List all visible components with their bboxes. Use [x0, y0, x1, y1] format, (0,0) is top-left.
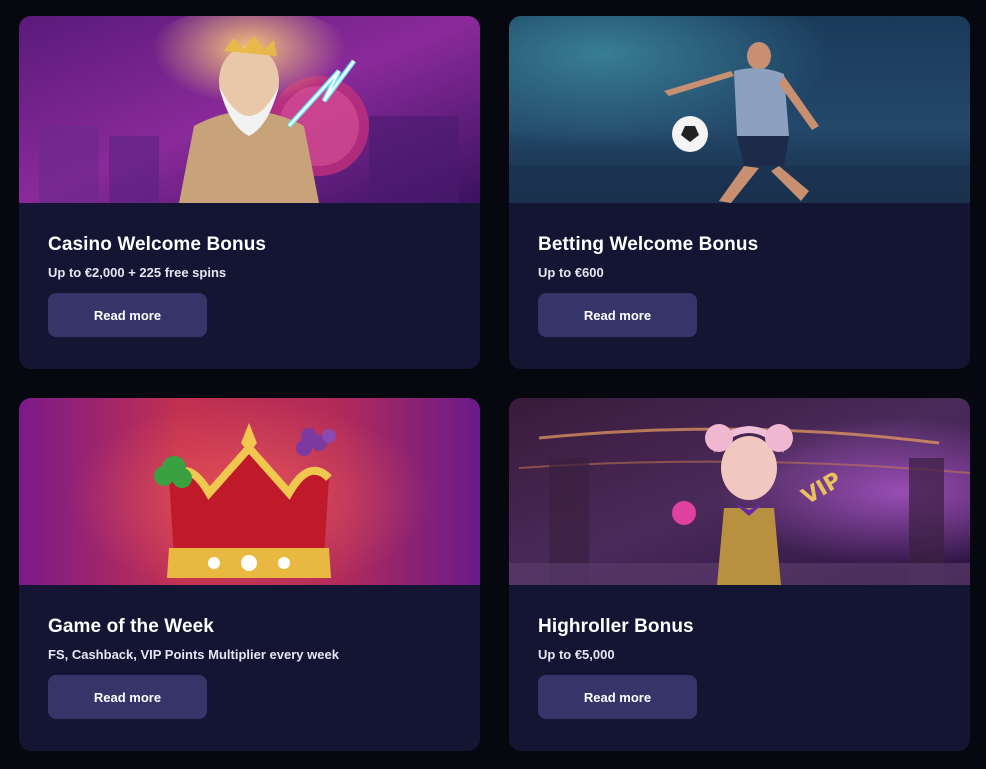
- promo-card-casino-welcome: Casino Welcome Bonus Up to €2,000 + 225 …: [19, 16, 480, 369]
- football-banner-illustration: [509, 16, 970, 203]
- promo-subtitle: Up to €2,000 + 225 free spins: [48, 265, 227, 280]
- crown-banner-illustration: [19, 398, 480, 585]
- promo-title: Game of the Week: [48, 616, 214, 637]
- zeus-banner-illustration: [19, 16, 480, 203]
- promo-card-game-of-the-week: Game of the Week FS, Cashback, VIP Point…: [19, 398, 480, 751]
- vip-banner-illustration: VIP: [509, 398, 970, 585]
- read-more-button[interactable]: Read more: [48, 675, 207, 719]
- promo-banner-image-crown: [19, 398, 480, 585]
- promo-banner-image-football: [509, 16, 970, 203]
- promo-card-betting-welcome: Betting Welcome Bonus Up to €600 Read mo…: [509, 16, 970, 369]
- promo-title: Highroller Bonus: [538, 616, 694, 637]
- promo-banner-image-zeus: [19, 16, 480, 203]
- promo-title: Betting Welcome Bonus: [538, 234, 759, 255]
- promo-subtitle: Up to €600: [538, 265, 604, 280]
- promo-title: Casino Welcome Bonus: [48, 234, 267, 255]
- promo-banner-image-vip: VIP: [509, 398, 970, 585]
- promo-subtitle: Up to €5,000: [538, 647, 615, 662]
- read-more-button[interactable]: Read more: [538, 293, 697, 337]
- promo-subtitle: FS, Cashback, VIP Points Multiplier ever…: [48, 647, 339, 662]
- read-more-button[interactable]: Read more: [538, 675, 697, 719]
- promotions-grid: Casino Welcome Bonus Up to €2,000 + 225 …: [19, 16, 970, 751]
- promo-card-highroller: VIP Highroller Bonus Up to €5,000 Read m…: [509, 398, 970, 751]
- read-more-button[interactable]: Read more: [48, 293, 207, 337]
